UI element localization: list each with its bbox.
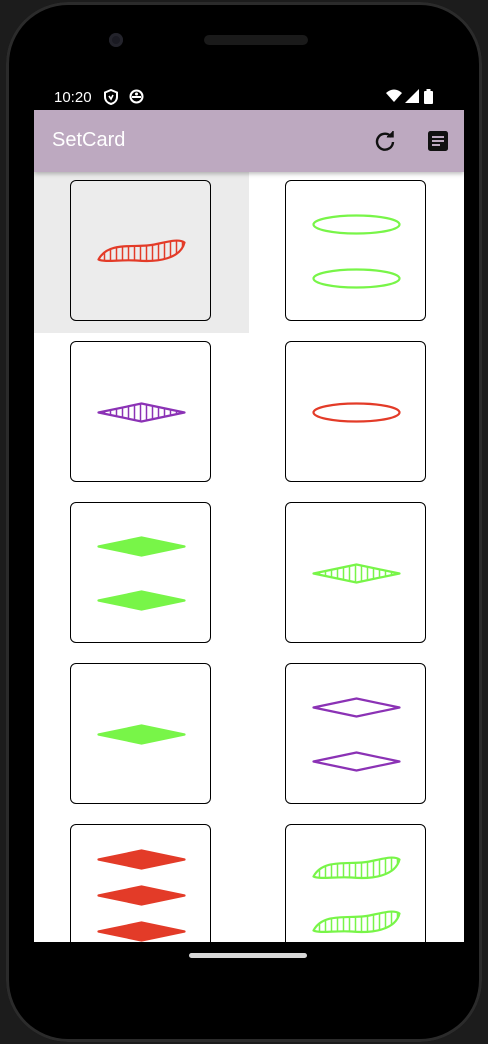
diamond-symbol bbox=[312, 697, 401, 718]
diamond-symbol bbox=[97, 885, 186, 906]
shield-icon bbox=[104, 88, 118, 110]
diamond-symbol bbox=[97, 921, 186, 942]
app-screen: 10:20 SetCard bbox=[34, 84, 464, 942]
notes-button[interactable] bbox=[425, 128, 451, 154]
card-cell bbox=[34, 816, 249, 942]
refresh-button[interactable] bbox=[372, 128, 398, 154]
diamond-symbol bbox=[97, 724, 186, 745]
status-bar: 10:20 bbox=[34, 84, 464, 110]
card-symbols bbox=[312, 697, 401, 772]
notes-icon bbox=[425, 131, 451, 158]
card-symbols bbox=[97, 724, 186, 745]
card-symbols bbox=[312, 402, 401, 423]
set-card[interactable] bbox=[285, 824, 426, 942]
card-symbols bbox=[97, 849, 186, 942]
set-card[interactable] bbox=[285, 502, 426, 643]
card-cell bbox=[249, 172, 464, 333]
card-cell bbox=[34, 494, 249, 655]
set-card[interactable] bbox=[285, 341, 426, 482]
set-card[interactable] bbox=[70, 502, 211, 643]
set-card[interactable] bbox=[70, 663, 211, 804]
squiggle-symbol bbox=[312, 856, 401, 880]
card-symbols bbox=[97, 536, 186, 611]
card-cell bbox=[249, 494, 464, 655]
card-symbols bbox=[97, 402, 186, 423]
battery-icon bbox=[424, 89, 433, 109]
card-grid bbox=[34, 172, 464, 942]
diamond-symbol bbox=[312, 751, 401, 772]
set-card[interactable] bbox=[70, 180, 211, 321]
gesture-nav-bar[interactable] bbox=[189, 953, 307, 958]
stripe-group bbox=[313, 857, 399, 878]
card-cell bbox=[249, 655, 464, 816]
stripe-group bbox=[98, 403, 184, 422]
set-card[interactable] bbox=[285, 663, 426, 804]
card-cell bbox=[34, 333, 249, 494]
diamond-symbol bbox=[97, 849, 186, 870]
signal-icon bbox=[405, 89, 419, 108]
squiggle-symbol bbox=[312, 910, 401, 934]
front-camera bbox=[109, 33, 123, 47]
wifi-icon bbox=[386, 89, 402, 108]
app-bar: SetCard bbox=[34, 110, 464, 172]
diamond-symbol bbox=[97, 402, 186, 423]
app-notification-icon bbox=[129, 89, 144, 109]
card-symbols bbox=[312, 563, 401, 584]
card-cell bbox=[34, 655, 249, 816]
refresh-icon bbox=[372, 131, 398, 158]
stripe-group bbox=[313, 911, 399, 932]
stripe-group bbox=[313, 564, 399, 583]
card-cell bbox=[249, 333, 464, 494]
card-symbols bbox=[97, 239, 186, 263]
earpiece-speaker bbox=[204, 35, 308, 45]
oval-symbol bbox=[312, 402, 401, 423]
squiggle-symbol bbox=[97, 239, 186, 263]
app-title: SetCard bbox=[52, 129, 126, 151]
status-time: 10:20 bbox=[54, 89, 92, 106]
card-cell bbox=[249, 816, 464, 942]
set-card[interactable] bbox=[285, 180, 426, 321]
diamond-symbol bbox=[312, 563, 401, 584]
oval-symbol bbox=[312, 268, 401, 289]
card-cell bbox=[34, 172, 249, 333]
diamond-symbol bbox=[97, 590, 186, 611]
set-card[interactable] bbox=[70, 824, 211, 942]
stripe-group bbox=[98, 240, 184, 261]
card-symbols bbox=[312, 214, 401, 289]
card-symbols bbox=[312, 856, 401, 934]
oval-symbol bbox=[312, 214, 401, 235]
diamond-symbol bbox=[97, 536, 186, 557]
set-card[interactable] bbox=[70, 341, 211, 482]
